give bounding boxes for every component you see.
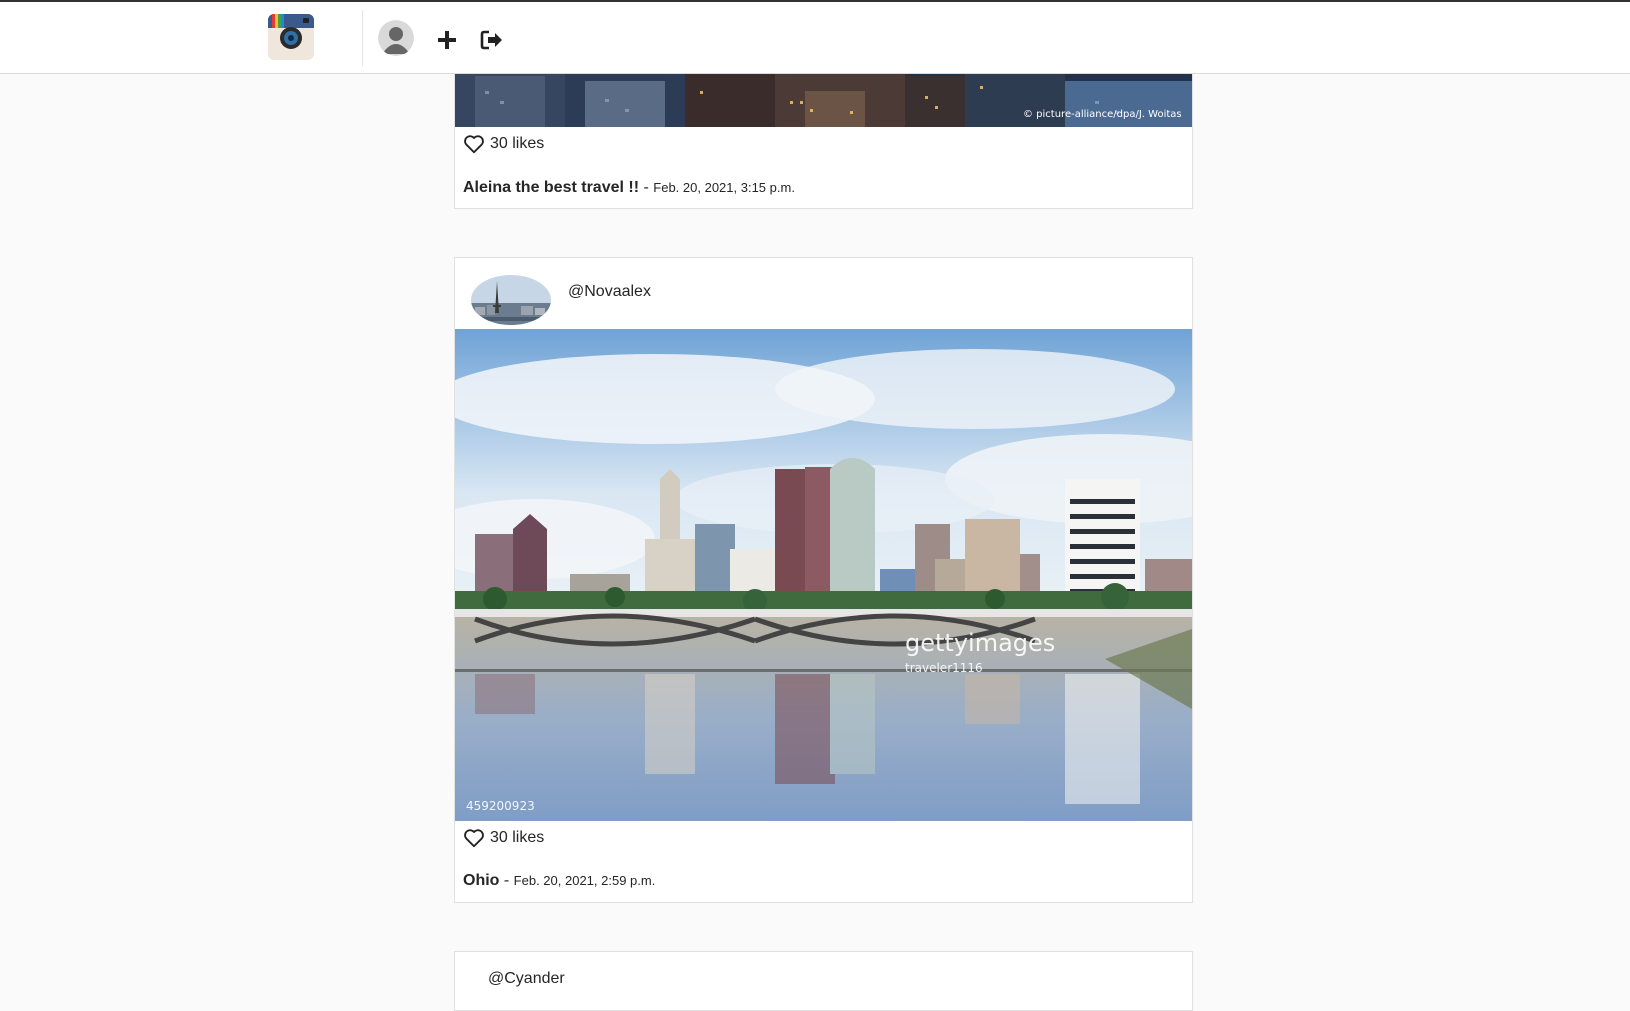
- likes-row: 30 likes: [463, 133, 544, 155]
- post-caption: Ohio - Feb. 20, 2021, 2:59 p.m.: [463, 872, 655, 890]
- post-card: @Cyander: [454, 951, 1193, 1011]
- post-date: Feb. 20, 2021, 2:59 p.m.: [513, 873, 656, 888]
- image-id: 459200923: [466, 799, 535, 813]
- post-date: Feb. 20, 2021, 3:15 p.m.: [653, 180, 795, 195]
- navbar-divider: [362, 10, 363, 66]
- top-navbar: [0, 2, 1630, 74]
- post-card: @Novaalex gettyimages traveler1116 45920…: [454, 257, 1193, 903]
- likes-count: 30 likes: [490, 829, 545, 846]
- camera-app-logo-icon[interactable]: [268, 14, 314, 60]
- image-watermark-user: traveler1116: [905, 661, 983, 675]
- image-watermark: gettyimages: [905, 629, 1056, 657]
- caption-separator: -: [503, 872, 510, 889]
- post-caption: Aleina the best travel !! - Feb. 20, 202…: [463, 179, 795, 197]
- user-avatar-icon[interactable]: [378, 20, 414, 56]
- top-border: [0, 0, 1630, 2]
- sign-out-icon[interactable]: [479, 27, 505, 53]
- heart-icon[interactable]: [463, 133, 485, 155]
- post-author-username[interactable]: @Novaalex: [568, 283, 651, 301]
- likes-count: 30 likes: [490, 135, 545, 152]
- post-author-avatar[interactable]: [471, 275, 551, 325]
- plus-icon[interactable]: [434, 27, 460, 53]
- post-image[interactable]: gettyimages traveler1116 459200923: [455, 329, 1192, 821]
- post-author-username[interactable]: @Cyander: [488, 970, 565, 988]
- caption-title: Ohio: [463, 872, 500, 889]
- heart-icon[interactable]: [463, 827, 485, 849]
- caption-title: Aleina the best travel !!: [463, 179, 640, 196]
- image-credit: © picture-alliance/dpa/J. Woitas: [1023, 109, 1182, 120]
- likes-row: 30 likes: [463, 827, 544, 849]
- caption-separator: -: [643, 179, 649, 196]
